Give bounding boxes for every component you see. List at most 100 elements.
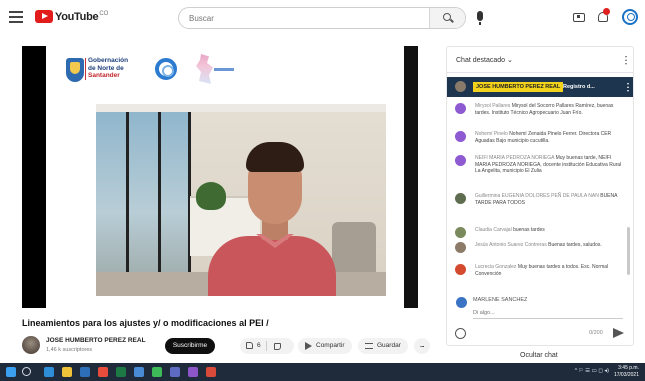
presenter	[208, 142, 336, 296]
chat-author-name: Jesús Antonio Suarez Contreras	[475, 242, 547, 248]
video-letterbox-right	[404, 46, 418, 308]
chat-author-avatar	[455, 264, 466, 275]
chrome-icon[interactable]	[152, 367, 162, 377]
save-label: Guardar	[377, 342, 401, 349]
live-chat-panel: Chat destacado ⌄ JOSE HUMBERTO PEREZ REA…	[446, 46, 634, 346]
map-caption-bar	[214, 68, 234, 71]
chat-author-name: Claudia Carvajal	[475, 227, 512, 233]
chat-author-name: Nohemí Pinelo	[475, 131, 508, 137]
search-box	[178, 7, 466, 29]
send-icon[interactable]	[613, 328, 624, 338]
video-title: Lineamientos para los ajustes y/ o modif…	[22, 318, 269, 328]
chat-author-avatar	[455, 193, 466, 204]
taskbar-search-icon[interactable]	[22, 367, 31, 376]
pinned-author-avatar	[455, 81, 466, 92]
share-icon	[305, 342, 312, 350]
dislike-icon[interactable]	[274, 343, 281, 350]
webcam-window	[96, 110, 190, 296]
chat-message-text: buenas tardes	[513, 227, 545, 233]
my-chat-avatar	[456, 297, 467, 308]
search-input[interactable]	[179, 8, 427, 28]
pinned-options-icon[interactable]	[627, 82, 629, 92]
chat-author-name: Mirysol Pallares	[475, 103, 511, 109]
windows-start-icon[interactable]	[6, 367, 16, 377]
chat-author-avatar	[455, 155, 466, 166]
chat-header: Chat destacado ⌄	[447, 47, 633, 73]
my-chat-name: MARLENE SANCHEZ	[473, 297, 528, 303]
taskbar-clock[interactable]: 3:45 p.m. 17/03/2021	[614, 365, 639, 378]
gov-line-2: de Norte de	[88, 64, 124, 72]
youtube-play-icon	[35, 10, 53, 23]
chat-author-avatar	[455, 227, 466, 238]
acrobat-icon[interactable]	[206, 367, 216, 377]
like-divider	[266, 341, 267, 351]
subscribe-button[interactable]: Suscribirme	[165, 338, 215, 354]
char-counter: 0/200	[589, 330, 603, 336]
edge-icon[interactable]	[44, 367, 54, 377]
pinned-message-text: Registro d...	[563, 84, 595, 90]
chat-message-text: Buenas tardes, saludos.	[548, 242, 602, 248]
government-shield-logo	[66, 58, 84, 82]
channel-avatar[interactable]	[22, 336, 40, 354]
youtube-wordmark: YouTube	[55, 10, 99, 23]
pinned-message[interactable]: JOSE HUMBERTO PEREZ REAL Registro d...	[447, 77, 633, 97]
file-explorer-icon[interactable]	[62, 367, 72, 377]
search-button[interactable]	[429, 8, 465, 28]
more-actions-button[interactable]: ...	[414, 338, 430, 354]
powerpoint-icon[interactable]	[98, 367, 108, 377]
gov-line-3: Santander	[88, 72, 120, 79]
teams-icon[interactable]	[170, 367, 180, 377]
system-tray[interactable]: ^ ⚐ ☰ ▭ ◻ ◂)	[575, 368, 609, 374]
like-count: 6	[257, 342, 261, 349]
like-dislike-group: 6	[240, 338, 294, 354]
video-letterbox-left	[22, 46, 46, 308]
subscriber-count: 1,46 k suscriptores	[46, 347, 93, 353]
pinned-author-name: JOSE HUMBERTO PEREZ REAL	[473, 82, 564, 92]
government-logo-text: Gobernación de Norte de Santander	[88, 57, 148, 80]
onenote-icon[interactable]	[188, 367, 198, 377]
microphone-icon[interactable]	[477, 11, 483, 25]
department-map-logo	[196, 54, 213, 84]
education-circle-logo	[155, 58, 177, 80]
chat-author-name: Guillermina EUGENIA DOLORES PEÑ DE PAULA…	[475, 193, 599, 199]
youtube-logo[interactable]: YouTube CO	[35, 10, 108, 23]
windows-taskbar: ^ ⚐ ☰ ▭ ◻ ◂) 3:45 p.m. 17/03/2021	[0, 363, 645, 381]
presenter-hair	[246, 142, 304, 172]
save-playlist-icon	[365, 343, 373, 349]
like-icon[interactable]	[246, 342, 253, 349]
emoji-icon[interactable]	[455, 328, 466, 339]
clock-date: 17/03/2021	[613, 371, 639, 378]
top-bar: YouTube CO	[0, 0, 645, 36]
video-player[interactable]: Gobernación de Norte de Santander	[22, 46, 432, 308]
gov-line-1: Gobernación	[88, 57, 129, 64]
window-frame	[158, 110, 161, 296]
chat-message-input[interactable]	[473, 307, 623, 319]
chat-scrollbar[interactable]	[627, 227, 630, 275]
logo-divider	[85, 58, 86, 80]
clock-time: 3:45 p.m.	[618, 365, 639, 371]
chat-author-avatar	[455, 242, 466, 253]
hide-chat-button[interactable]: Ocultar chat	[520, 352, 558, 359]
webcam-feed	[96, 104, 386, 296]
chat-author-name: Lucrecia Gonzalez	[475, 264, 517, 270]
notification-badge	[603, 8, 610, 15]
webcam-ceiling	[96, 104, 386, 112]
window-frame	[126, 110, 129, 296]
share-label: Compartir	[316, 342, 345, 349]
excel-icon[interactable]	[116, 367, 126, 377]
chat-options-icon[interactable]	[625, 55, 627, 65]
chat-author-avatar	[455, 131, 466, 142]
create-video-icon[interactable]	[573, 13, 585, 22]
save-button[interactable]: Guardar	[358, 338, 408, 354]
word-icon[interactable]	[80, 367, 90, 377]
menu-icon[interactable]	[9, 11, 23, 23]
channel-name[interactable]: JOSE HUMBERTO PEREZ REAL	[46, 337, 146, 344]
account-avatar[interactable]	[622, 9, 638, 25]
chat-author-name: NEIFI MARIA PEDROZA NORIEGA	[475, 155, 555, 161]
search-icon	[443, 13, 451, 21]
chat-author-avatar	[455, 103, 466, 114]
country-code: CO	[99, 10, 109, 17]
chat-mode-dropdown[interactable]: Chat destacado ⌄	[456, 56, 513, 64]
share-button[interactable]: Compartir	[298, 338, 352, 354]
outlook-icon[interactable]	[134, 367, 144, 377]
